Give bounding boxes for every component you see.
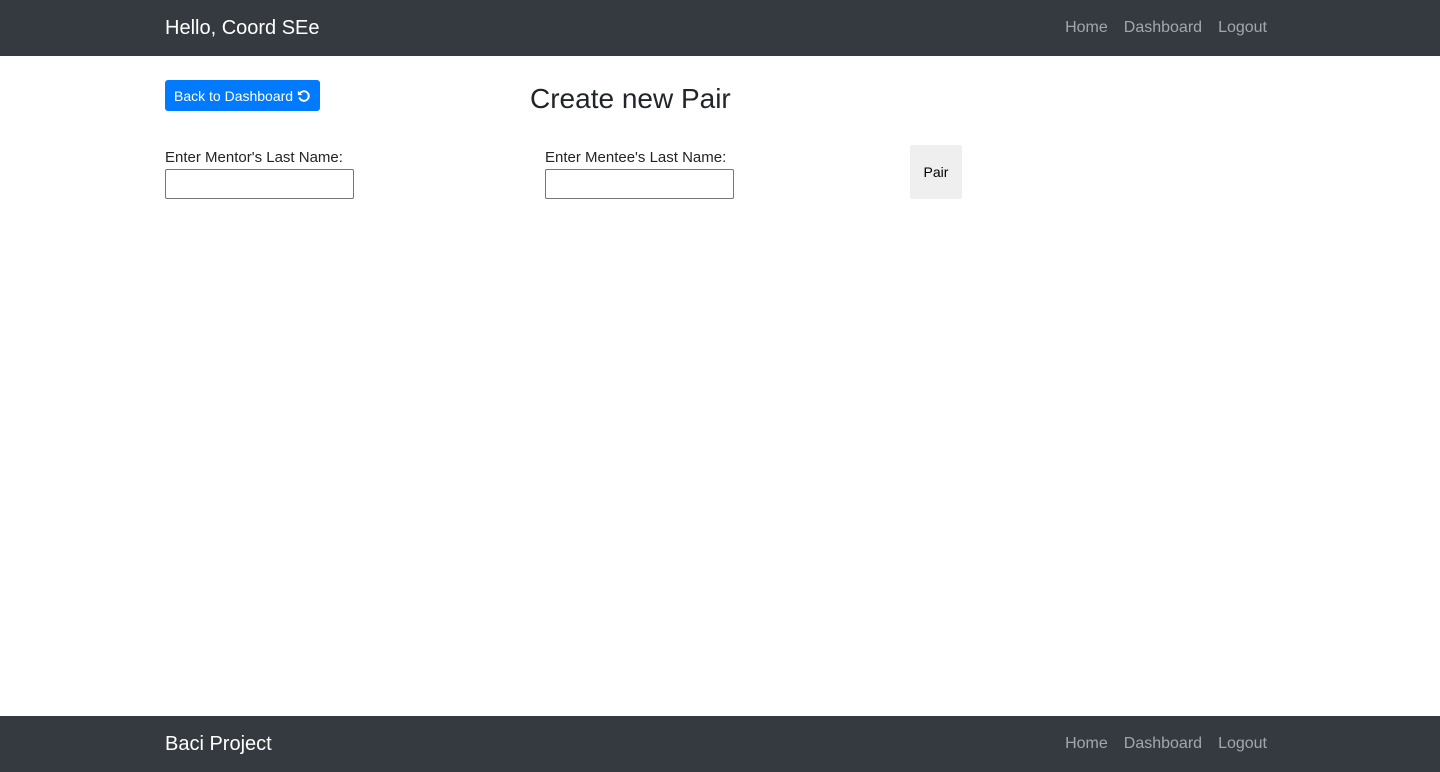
mentor-last-name-label: Enter Mentor's Last Name: (165, 149, 343, 166)
back-button-label: Back to Dashboard (174, 87, 294, 104)
page-title: Create new Pair (530, 83, 731, 114)
top-nav-links: Home Dashboard Logout (1065, 18, 1267, 38)
nav-home-link[interactable]: Home (1065, 18, 1108, 38)
navbar-greeting: Hello, Coord SEe (165, 17, 320, 39)
footer-home-link[interactable]: Home (1065, 734, 1108, 754)
footer-logout-link[interactable]: Logout (1218, 734, 1267, 754)
footer-dashboard-link[interactable]: Dashboard (1124, 734, 1202, 754)
top-navbar: Hello, Coord SEe Home Dashboard Logout (0, 0, 1440, 56)
footer-brand: Baci Project (165, 733, 272, 755)
mentee-last-name-label: Enter Mentee's Last Name: (545, 149, 727, 166)
back-to-dashboard-button[interactable]: Back to Dashboard (165, 80, 321, 111)
footer-nav-links: Home Dashboard Logout (1065, 734, 1267, 754)
footer-navbar: Baci Project Home Dashboard Logout (0, 716, 1440, 772)
undo-icon (297, 89, 311, 103)
pair-button[interactable]: Pair (910, 145, 962, 199)
nav-dashboard-link[interactable]: Dashboard (1124, 18, 1202, 38)
nav-logout-link[interactable]: Logout (1218, 18, 1267, 38)
mentee-last-name-input[interactable] (545, 169, 734, 199)
mentor-last-name-input[interactable] (165, 169, 354, 199)
